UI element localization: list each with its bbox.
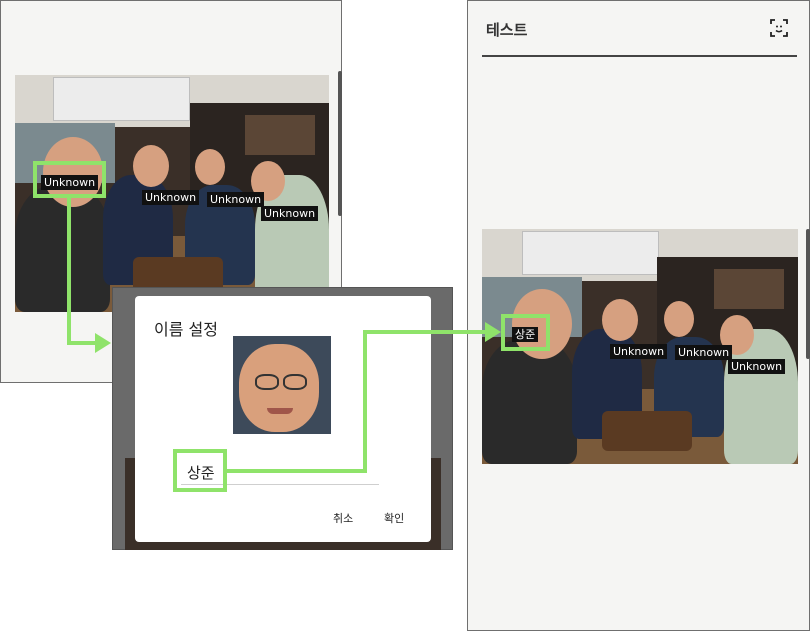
- arrow-1-head: [95, 333, 111, 353]
- confirm-button[interactable]: 확인: [384, 510, 404, 526]
- arrow-1-horizontal: [67, 341, 97, 345]
- app-title: 테스트: [486, 21, 528, 39]
- arrow-2-head: [485, 322, 501, 342]
- scrollbar[interactable]: [806, 229, 810, 359]
- cancel-button[interactable]: 취소: [333, 510, 353, 526]
- dialog-title: 이름 설정: [154, 320, 218, 339]
- face-scan-icon[interactable]: [770, 19, 788, 37]
- scrollbar[interactable]: [338, 71, 342, 216]
- face-tag-4[interactable]: Unknown: [728, 359, 786, 374]
- face-tag-2[interactable]: Unknown: [610, 344, 668, 359]
- face-tag-2[interactable]: Unknown: [142, 190, 200, 205]
- face-thumbnail: [233, 336, 331, 434]
- face-tag-3[interactable]: Unknown: [207, 192, 265, 207]
- face-tag-4[interactable]: Unknown: [261, 206, 319, 221]
- arrow-1-vertical: [67, 197, 71, 345]
- arrow-2-vertical: [363, 330, 367, 473]
- highlight-named-tag: [501, 314, 550, 351]
- header-divider: [482, 55, 797, 57]
- highlight-name-input: [173, 449, 227, 492]
- face-tag-3[interactable]: Unknown: [675, 345, 733, 360]
- arrow-2-horizontal-top: [363, 330, 487, 334]
- highlight-unknown-tag: [33, 161, 106, 198]
- arrow-2-horizontal-bottom: [227, 469, 367, 473]
- dialog-overlay: 이름 설정 상준 취소 확인: [112, 287, 453, 550]
